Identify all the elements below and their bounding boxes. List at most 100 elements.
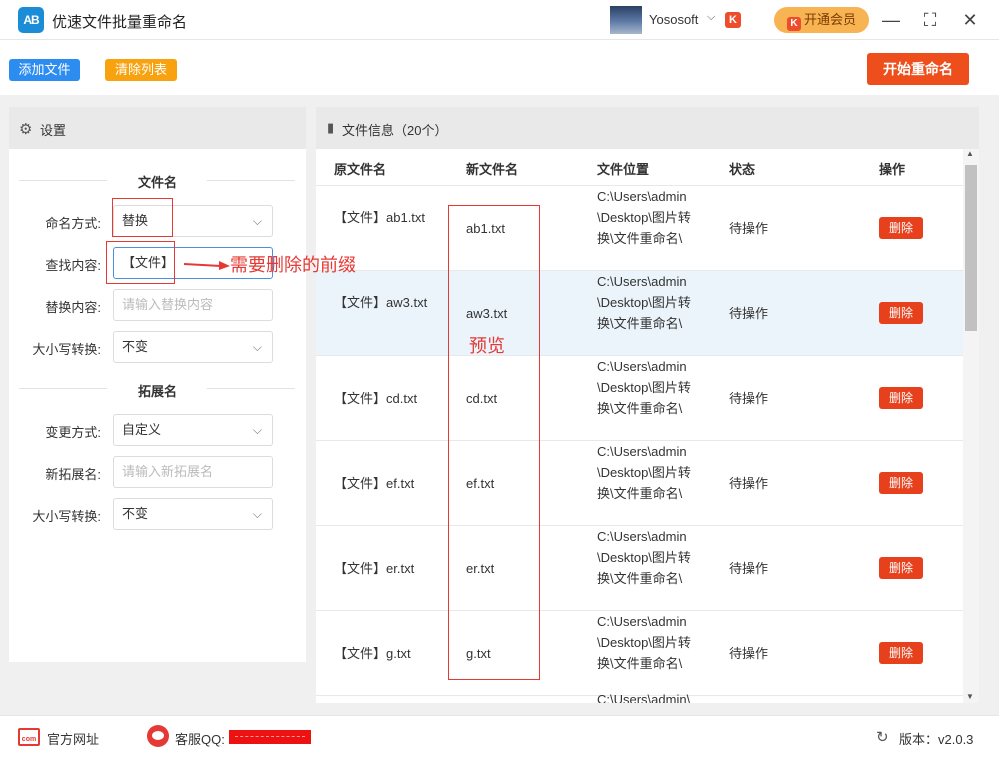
avatar[interactable] xyxy=(610,6,642,34)
scroll-up-icon[interactable]: ▲ xyxy=(966,149,974,158)
column-status: 状态 xyxy=(729,162,756,177)
table-row[interactable]: C:\Users\admin\ xyxy=(316,692,963,703)
chevron-down-icon: ⌵ xyxy=(252,423,262,437)
annotation-arrow-icon xyxy=(183,261,230,270)
delete-button[interactable]: 删除 xyxy=(879,642,923,664)
close-button[interactable]: ✕ xyxy=(957,7,983,33)
original-name: 【文件】ab1.txt xyxy=(334,210,426,225)
annotation-preview-note: 预览 xyxy=(469,336,505,356)
table-row[interactable]: 【文件】cd.txt cd.txt C:\Users\admin\Desktop… xyxy=(316,356,963,441)
vip-button-label: 开通会员 xyxy=(803,12,856,27)
settings-header: ⚙ 设置 xyxy=(9,107,306,149)
column-location: 文件位置 xyxy=(597,162,650,177)
original-name: 【文件】er.txt xyxy=(334,561,415,576)
add-files-button[interactable]: 添加文件 xyxy=(9,59,80,81)
scroll-down-icon[interactable]: ▼ xyxy=(966,692,974,701)
table-row[interactable]: 【文件】er.txt er.txt C:\Users\admin\Desktop… xyxy=(316,526,963,611)
files-header: ▮ 文件信息（20个） xyxy=(316,107,979,149)
new-name: ef.txt xyxy=(466,476,495,491)
website-link[interactable]: 官方网址 xyxy=(47,729,99,748)
delete-button[interactable]: 删除 xyxy=(879,557,923,579)
title-bar: AB 优速文件批量重命名 Yososoft ⌵ K K 开通会员 — ⛶ ✕ xyxy=(0,0,999,40)
new-ext-label: 新拓展名: xyxy=(45,467,101,482)
status: 待操作 xyxy=(729,476,769,491)
ext-section-title: 拓展名 xyxy=(137,384,177,399)
file-table: 原文件名 新文件名 文件位置 状态 操作 【文件】ab1.txt ab1.txt… xyxy=(316,149,963,703)
naming-mode-value: 替换 xyxy=(122,213,149,228)
settings-title: 设置 xyxy=(40,123,67,138)
table-row[interactable]: 【文件】aw3.txt aw3.txt C:\Users\admin\Deskt… xyxy=(316,271,963,356)
scrollbar-thumb[interactable] xyxy=(965,165,977,331)
footer: com 官方网址 客服QQ: ↻ 版本：v2.0.3 xyxy=(0,715,999,757)
ext-mode-value: 自定义 xyxy=(122,422,162,437)
replace-input[interactable]: 请输入替换内容 xyxy=(113,289,273,321)
table-row[interactable]: 【文件】g.txt g.txt C:\Users\admin\Desktop\图… xyxy=(316,611,963,696)
file-location: C:\Users\admin\Desktop\图片转换\文件重命名\ xyxy=(597,529,691,586)
original-name: 【文件】g.txt xyxy=(334,646,411,661)
document-icon: ▮ xyxy=(327,120,335,135)
new-name: ab1.txt xyxy=(466,221,506,236)
chevron-down-icon[interactable]: ⌵ xyxy=(707,11,715,24)
user-name[interactable]: Yososoft xyxy=(649,12,698,27)
column-original: 原文件名 xyxy=(334,162,387,177)
case-value: 不变 xyxy=(122,339,149,354)
file-location: C:\Users\admin\Desktop\图片转换\文件重命名\ xyxy=(597,359,691,416)
support-qq-label[interactable]: 客服QQ: xyxy=(175,729,225,748)
file-location: C:\Users\admin\Desktop\图片转换\文件重命名\ xyxy=(597,189,691,246)
file-location: C:\Users\admin\ xyxy=(597,692,691,703)
ext-case-select[interactable]: 不变 ⌵ xyxy=(113,498,273,530)
chevron-down-icon: ⌵ xyxy=(252,507,262,521)
clear-list-button[interactable]: 清除列表 xyxy=(105,59,177,81)
original-name: 【文件】aw3.txt xyxy=(334,295,428,310)
status: 待操作 xyxy=(729,646,769,661)
case-label: 大小写转换: xyxy=(32,342,101,357)
settings-panel: 文件名 命名方式: 替换 ⌵ 查找内容: 【文件】 替换内容: 请输入替换内容 … xyxy=(9,149,306,662)
status: 待操作 xyxy=(729,561,769,576)
vip-button[interactable]: K 开通会员 xyxy=(774,7,869,33)
find-label: 查找内容: xyxy=(45,258,101,273)
start-rename-button[interactable]: 开始重命名 xyxy=(867,53,969,85)
column-action: 操作 xyxy=(879,162,906,177)
vip-k-icon: K xyxy=(786,17,801,31)
new-name: aw3.txt xyxy=(466,306,508,321)
table-row[interactable]: 【文件】ef.txt ef.txt C:\Users\admin\Desktop… xyxy=(316,441,963,526)
customer-service-icon[interactable] xyxy=(147,725,169,747)
website-icon[interactable]: com xyxy=(18,728,40,746)
naming-mode-select[interactable]: 替换 ⌵ xyxy=(113,205,273,237)
version-label: 版本：v2.0.3 xyxy=(899,732,974,747)
new-name: er.txt xyxy=(466,561,495,576)
delete-button[interactable]: 删除 xyxy=(879,387,923,409)
delete-button[interactable]: 删除 xyxy=(879,472,923,494)
file-location: C:\Users\admin\Desktop\图片转换\文件重命名\ xyxy=(597,444,691,501)
status: 待操作 xyxy=(729,391,769,406)
chevron-down-icon: ⌵ xyxy=(252,214,262,228)
table-row[interactable]: 【文件】ab1.txt ab1.txt C:\Users\admin\Deskt… xyxy=(316,186,963,271)
filename-section-title: 文件名 xyxy=(137,175,177,190)
ext-case-value: 不变 xyxy=(122,506,149,521)
maximize-button[interactable]: ⛶ xyxy=(917,7,943,33)
vertical-scrollbar[interactable]: ▲ ▼ xyxy=(963,149,979,703)
app-logo: AB xyxy=(18,7,44,33)
files-title: 文件信息（20个） xyxy=(342,123,448,138)
replace-label: 替换内容: xyxy=(45,300,101,315)
status: 待操作 xyxy=(729,306,769,321)
file-location: C:\Users\admin\Desktop\图片转换\文件重命名\ xyxy=(597,274,691,331)
ext-case-label: 大小写转换: xyxy=(32,509,101,524)
delete-button[interactable]: 删除 xyxy=(879,302,923,324)
case-select[interactable]: 不变 ⌵ xyxy=(113,331,273,363)
minimize-button[interactable]: — xyxy=(878,7,904,33)
redacted-qq-number xyxy=(229,730,311,744)
file-location: C:\Users\admin\Desktop\图片转换\文件重命名\ xyxy=(597,614,691,671)
delete-button[interactable]: 删除 xyxy=(879,217,923,239)
chevron-down-icon: ⌵ xyxy=(252,340,262,354)
new-ext-input[interactable]: 请输入新拓展名 xyxy=(113,456,273,488)
refresh-icon[interactable]: ↻ xyxy=(876,728,889,746)
app-title: 优速文件批量重命名 xyxy=(52,14,188,31)
ext-mode-label: 变更方式: xyxy=(45,425,101,440)
annotation-prefix-note: 需要删除的前缀 xyxy=(230,255,356,275)
gear-icon: ⚙ xyxy=(19,121,33,138)
new-name: g.txt xyxy=(466,646,491,661)
ext-mode-select[interactable]: 自定义 ⌵ xyxy=(113,414,273,446)
original-name: 【文件】ef.txt xyxy=(334,476,415,491)
table-header: 原文件名 新文件名 文件位置 状态 操作 xyxy=(316,149,963,186)
